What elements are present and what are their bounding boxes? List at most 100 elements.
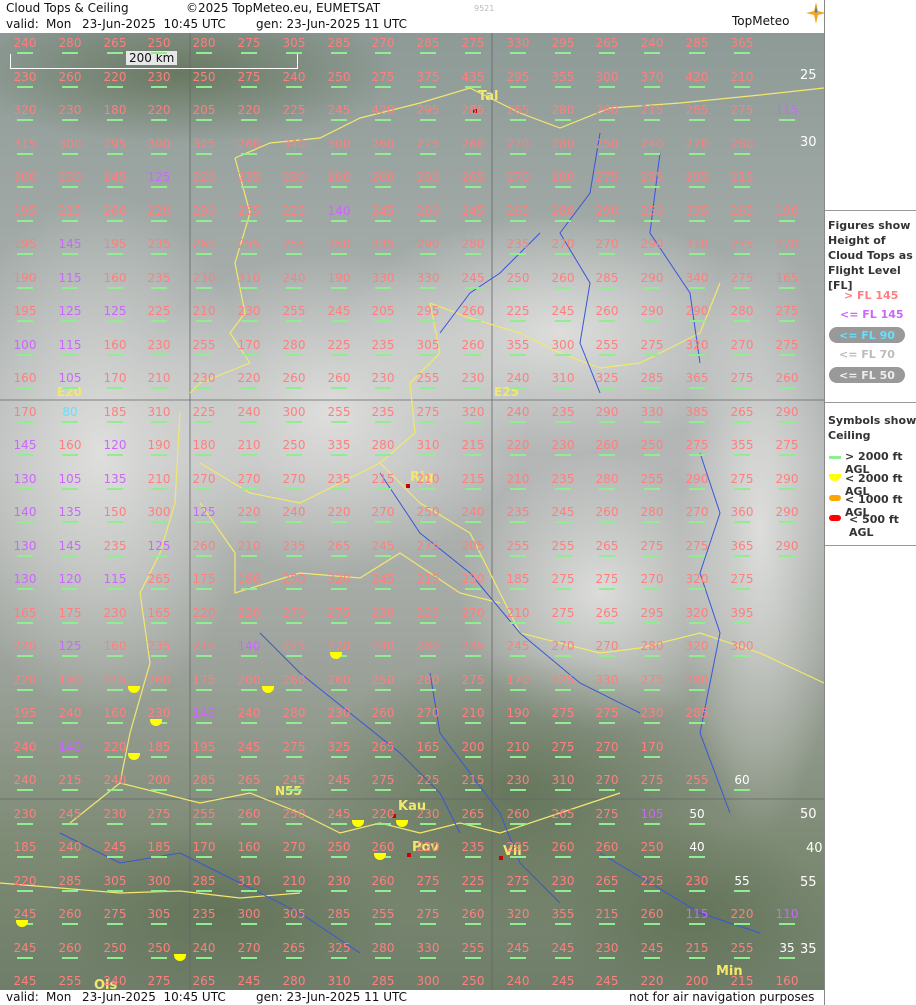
fl-figure: 195 <box>12 237 38 255</box>
ceiling-line <box>465 923 481 925</box>
fl-figure: 265 <box>550 807 576 825</box>
ceiling-line <box>510 253 526 255</box>
fl-figure: 35 <box>774 941 800 959</box>
fl-figure: 340 <box>684 271 710 289</box>
fl-figure: 260 <box>236 807 262 825</box>
ceiling-line <box>107 354 123 356</box>
fl-figure: 160 <box>102 639 128 657</box>
fl-figure: 230 <box>370 371 396 389</box>
ceiling-line <box>599 823 615 825</box>
ceiling-line <box>286 320 302 322</box>
fl-figure: 290 <box>774 472 800 490</box>
fl-figure: 325 <box>594 371 620 389</box>
fl-figure: 240 <box>236 405 262 423</box>
ceiling-line <box>331 756 347 758</box>
fl-figure: 280 <box>57 36 83 54</box>
fl-figure: 285 <box>370 974 396 988</box>
ceiling-line <box>151 153 167 155</box>
ceiling-line <box>779 253 795 255</box>
ceiling-line <box>644 555 660 557</box>
fl-figure: 315 <box>12 137 38 155</box>
ceiling-line <box>286 555 302 557</box>
fl-figure: 290 <box>774 539 800 557</box>
ceiling-line <box>555 354 571 356</box>
fl-figure: 260 <box>639 907 665 925</box>
ceiling-line <box>599 655 615 657</box>
fl-figure: 245 <box>12 941 38 959</box>
ceiling-line <box>107 856 123 858</box>
ceiling-line <box>286 52 302 54</box>
ceiling-line <box>375 119 391 121</box>
ceiling-line <box>286 588 302 590</box>
ceiling-line <box>644 655 660 657</box>
fl-figure: 360 <box>729 505 755 523</box>
fl-figure: 245 <box>370 539 396 557</box>
fl-figure: 105 <box>639 807 665 825</box>
fl-figure: 320 <box>505 907 531 925</box>
legend-ceiling-title: Symbols show Ceiling <box>828 414 916 442</box>
satellite-map[interactable]: 200 km E20 E25 N55 Tal Rig Kau Pov Vil M… <box>0 33 824 990</box>
fl-figure: 225 <box>281 103 307 121</box>
fl-figure: 310 <box>550 371 576 389</box>
ceiling-line <box>151 521 167 523</box>
ceiling-line <box>555 789 571 791</box>
fl-figure: 260 <box>57 941 83 959</box>
ceiling-line <box>420 253 436 255</box>
ceiling-line <box>599 789 615 791</box>
ceiling-line <box>62 119 78 121</box>
fl-figure: 285 <box>191 773 217 791</box>
ceiling-line <box>286 756 302 758</box>
fl-figure: 230 <box>550 438 576 456</box>
ceiling-line <box>286 823 302 825</box>
fl-figure: 240 <box>505 405 531 423</box>
ceiling-line <box>62 521 78 523</box>
fl-figure: 270 <box>684 137 710 155</box>
fl-figure: 255 <box>236 204 262 222</box>
fl-figure: 270 <box>594 237 620 255</box>
fl-figure: 245 <box>102 840 128 858</box>
legend-item-fl-70: <= FL 70 <box>839 348 895 361</box>
fl-figure: 165 <box>415 740 441 758</box>
ceiling-line <box>510 890 526 892</box>
ceiling-line <box>17 588 33 590</box>
ceiling-line <box>375 488 391 490</box>
ceiling-line <box>599 957 615 959</box>
ceiling-line <box>375 253 391 255</box>
ceiling-line <box>331 622 347 624</box>
ceiling-line <box>599 186 615 188</box>
ceiling-line <box>779 521 795 523</box>
fl-figure: 275 <box>281 740 307 758</box>
fl-figure: 270 <box>505 170 531 188</box>
fl-figure: 275 <box>550 706 576 724</box>
ceiling-line <box>599 756 615 758</box>
fl-figure: 300 <box>415 974 441 988</box>
fl-figure: 280 <box>415 639 441 657</box>
fl-figure: 215 <box>594 907 620 925</box>
fl-figure: 230 <box>505 773 531 791</box>
fl-figure: 245 <box>281 773 307 791</box>
ceiling-line <box>196 722 212 724</box>
ceiling-line <box>241 287 257 289</box>
fl-figure: 275 <box>639 539 665 557</box>
ceiling-line <box>107 253 123 255</box>
fl-figure: 310 <box>146 405 172 423</box>
ceiling-line <box>151 320 167 322</box>
fl-figure: 310 <box>326 974 352 988</box>
ceiling-line <box>17 655 33 657</box>
fl-figure: 250 <box>146 941 172 959</box>
ceiling-line <box>510 655 526 657</box>
fl-figure: 280 <box>729 137 755 155</box>
fl-figure: 145 <box>57 237 83 255</box>
fl-figure: 210 <box>460 706 486 724</box>
fl-figure: 355 <box>550 70 576 88</box>
fl-figure: 240 <box>57 840 83 858</box>
fl-figure: 275 <box>415 539 441 557</box>
topmeteo-logo[interactable]: TopMeteo <box>732 14 789 28</box>
fl-figure: 240 <box>57 706 83 724</box>
fl-figure: 190 <box>774 204 800 222</box>
ceiling-line <box>779 287 795 289</box>
fl-figure: 280 <box>281 974 307 988</box>
ceiling-line <box>62 320 78 322</box>
ceiling-line <box>286 521 302 523</box>
fl-figure: 185 <box>505 572 531 590</box>
